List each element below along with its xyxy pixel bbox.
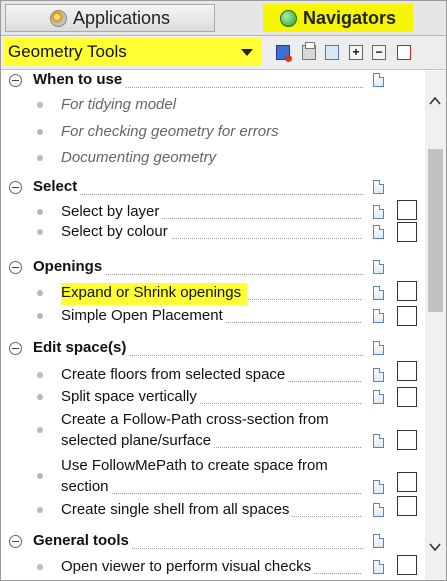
bullet-icon [37,473,43,479]
applications-icon [49,9,67,27]
item-label[interactable]: Split space vertically [61,387,200,407]
navigator-select-value: Geometry Tools [8,42,127,61]
document-icon[interactable] [373,260,384,274]
bullet-icon [37,290,43,296]
bullet-icon [37,564,43,570]
collapse-toggle-icon[interactable] [9,181,22,194]
item-label[interactable]: For checking geometry for errors [61,122,282,142]
item-label[interactable]: For tidying model [61,95,180,115]
vertical-scrollbar[interactable] [425,71,446,580]
collapse-toggle-icon[interactable] [9,74,22,87]
section-header[interactable]: Select [1,178,425,200]
checkbox[interactable] [397,387,417,407]
item-label[interactable]: Select by colour [61,222,171,242]
item-label[interactable]: Create a Follow-Path cross-section from [61,410,332,430]
navigator-select[interactable]: Geometry Tools [4,38,262,66]
tab-navigators[interactable]: Navigators [263,4,413,32]
section-title: Select [33,178,81,195]
document-icon[interactable] [373,205,384,219]
item-label-line-2[interactable]: selected plane/surface [61,431,215,451]
section-title: Openings [33,258,106,275]
document-icon[interactable] [373,180,384,194]
section-title: General tools [33,532,132,549]
item-label[interactable]: Expand or Shrink openings [61,283,248,305]
section-header[interactable]: General tools [1,532,425,554]
bullet-icon [37,313,43,319]
section-header[interactable]: Edit space(s) [1,339,425,361]
document-icon[interactable] [373,534,384,548]
bullet-icon [37,394,43,400]
item-label[interactable]: Create floors from selected space [61,365,289,385]
section-title: When to use [33,71,126,88]
bullet-icon [37,102,43,108]
bullet-icon [37,372,43,378]
item-label[interactable]: Documenting geometry [61,148,220,168]
print-icon[interactable] [302,42,316,60]
document-icon[interactable] [373,434,384,448]
copy-icon[interactable] [325,45,339,60]
section-header[interactable]: When to use [1,71,425,93]
collapse-toggle-icon[interactable] [9,535,22,548]
toolbar: Geometry Tools + − [1,36,446,70]
bullet-icon [37,229,43,235]
bullet-icon [37,507,43,513]
navigator-tree: When to use For tidying model For checki… [1,71,425,580]
chevron-up-icon[interactable] [429,95,441,107]
document-icon[interactable] [373,368,384,382]
item-label[interactable]: Select by layer [61,202,163,222]
document-icon[interactable] [373,503,384,517]
collapse-toggle-icon[interactable] [9,342,22,355]
checkbox[interactable] [397,222,417,242]
item-label-line-2[interactable]: section [61,477,112,497]
checkbox[interactable] [397,200,417,220]
document-icon[interactable] [373,286,384,300]
item-label[interactable]: Simple Open Placement [61,306,226,326]
tab-applications-label: Applications [72,7,171,28]
expand-all-icon[interactable]: + [349,45,363,60]
document-icon[interactable] [373,560,384,574]
bullet-icon [37,427,43,433]
document-icon[interactable] [373,225,384,239]
bullet-icon [37,129,43,135]
item-label[interactable]: Use FollowMePath to create space from [61,456,331,476]
document-icon[interactable] [373,480,384,494]
collapse-all-icon[interactable]: − [372,45,386,60]
checkbox[interactable] [397,361,417,381]
refresh-icon[interactable] [276,45,292,62]
document-icon[interactable] [373,73,384,87]
chevron-down-icon[interactable] [429,541,441,553]
close-icon[interactable] [397,45,411,60]
navigator-panel: Applications Navigators Geometry Tools +… [0,0,447,581]
leader-line [33,194,363,195]
scrollbar-thumb[interactable] [428,149,443,312]
document-icon[interactable] [373,390,384,404]
collapse-toggle-icon[interactable] [9,261,22,274]
checkbox[interactable] [397,306,417,326]
checkbox[interactable] [397,430,417,450]
tab-navigators-label: Navigators [302,7,397,28]
tab-applications[interactable]: Applications [5,4,215,32]
section-title: Edit space(s) [33,339,130,356]
item-label[interactable]: Create single shell from all spaces [61,500,293,520]
checkbox[interactable] [397,555,417,575]
section-header[interactable]: Openings [1,258,425,280]
navigators-icon [279,9,297,27]
bullet-icon [37,209,43,215]
document-icon[interactable] [373,341,384,355]
dropdown-arrow-icon[interactable] [241,49,253,56]
tab-bar: Applications Navigators [1,1,446,36]
item-label[interactable]: Open viewer to perform visual checks [61,557,315,577]
checkbox[interactable] [397,281,417,301]
bullet-icon [37,155,43,161]
document-icon[interactable] [373,309,384,323]
checkbox[interactable] [397,496,417,516]
checkbox[interactable] [397,472,417,492]
